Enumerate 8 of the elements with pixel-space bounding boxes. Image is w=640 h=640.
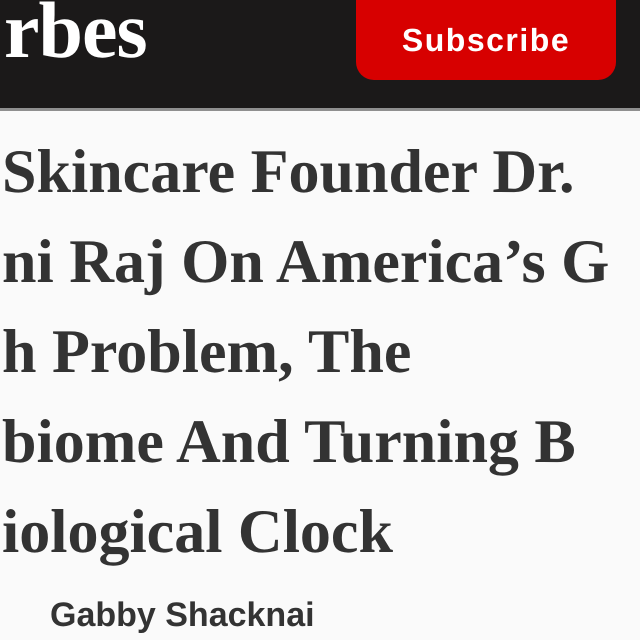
- headline-line: h Problem, The: [2, 317, 412, 388]
- subscribe-button[interactable]: Subscribe: [356, 0, 616, 80]
- site-logo[interactable]: rbes: [0, 0, 147, 71]
- headline-line: Skincare Founder Dr.: [2, 137, 574, 208]
- headline-line: biome And Turning B: [2, 407, 576, 478]
- author-name[interactable]: Gabby Shacknai: [50, 595, 315, 635]
- headline-line: ni Raj On America’s G: [2, 227, 610, 298]
- headline-line: iological Clock: [2, 497, 393, 568]
